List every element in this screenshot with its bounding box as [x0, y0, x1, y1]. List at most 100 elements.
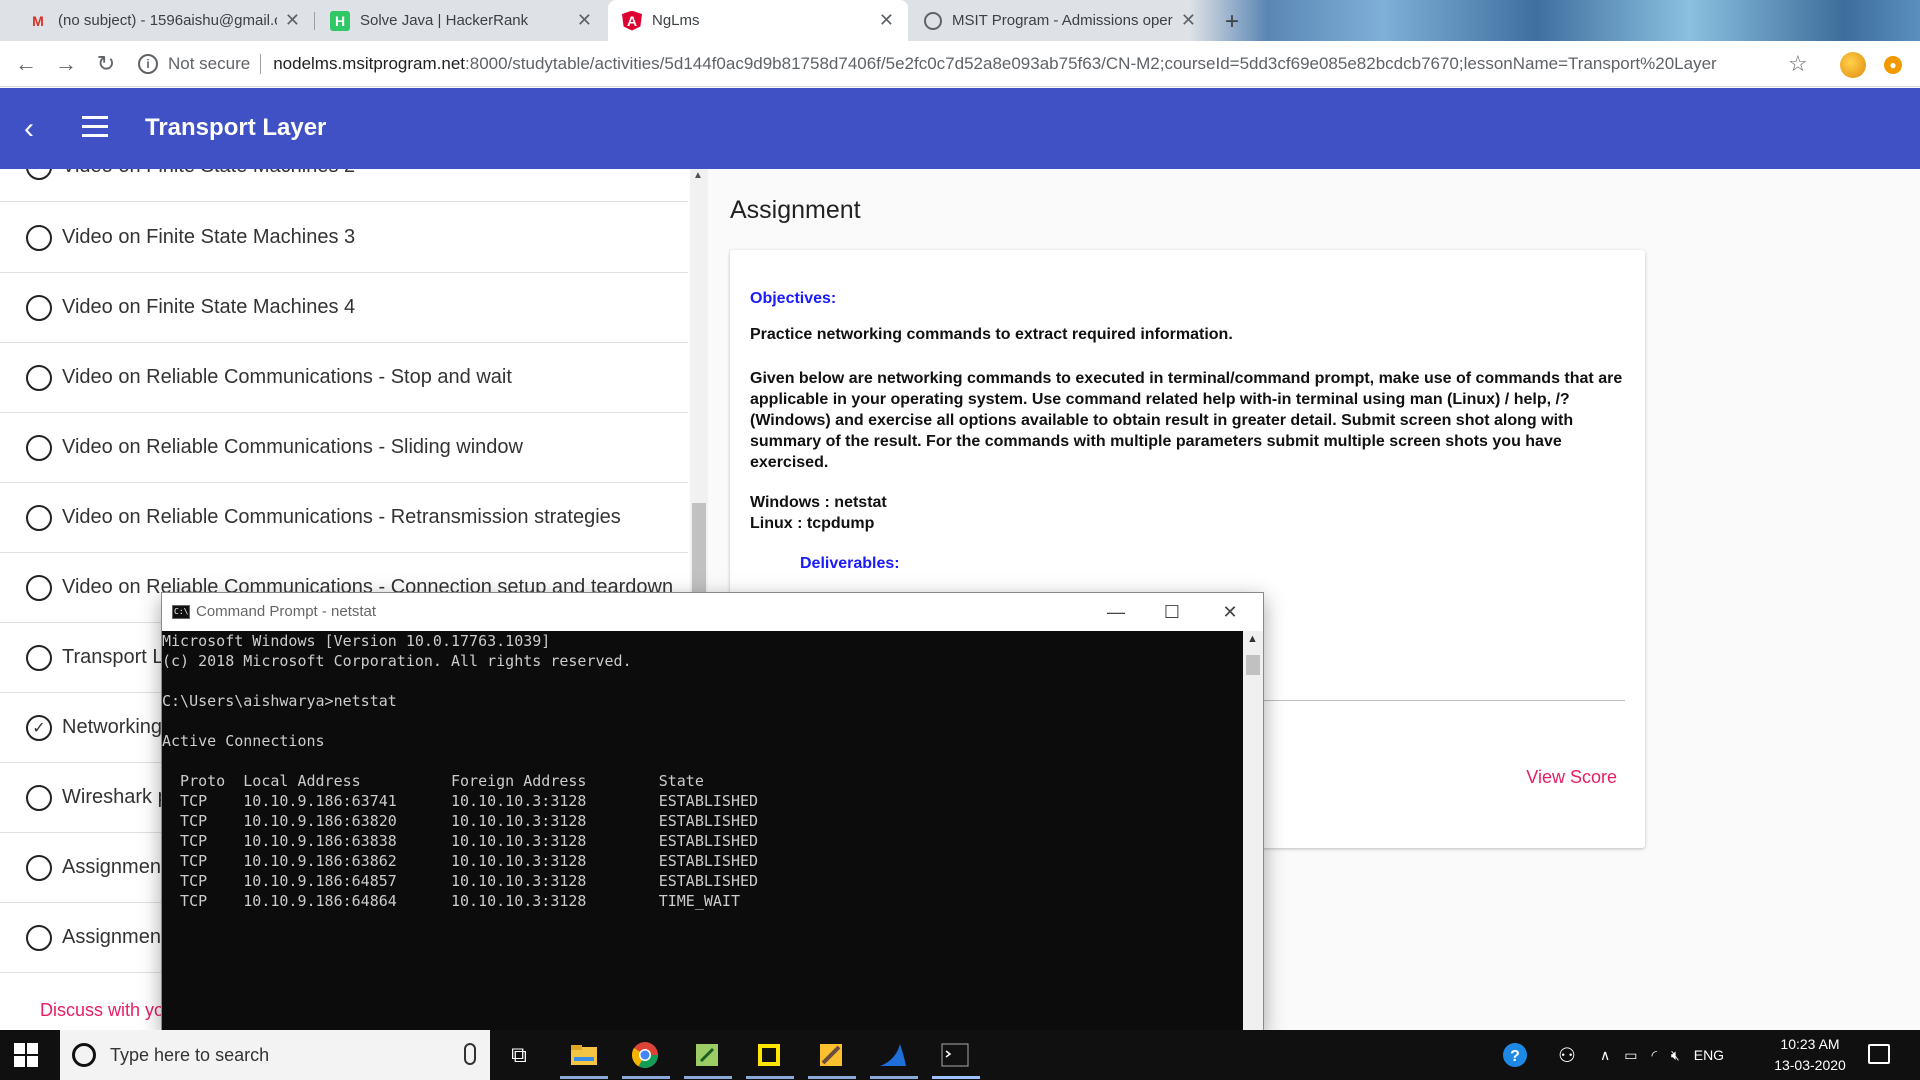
lesson-label: Video on Reliable Communications - Stop …: [62, 366, 512, 388]
notepad-plus-icon[interactable]: [690, 1038, 724, 1072]
paint-tool-icon[interactable]: [814, 1038, 848, 1072]
clock[interactable]: 10:23 AM 13-03-2020: [1760, 1034, 1860, 1076]
app-header: ‹ Transport Layer: [0, 88, 1920, 169]
address-bar[interactable]: i Not secure nodelms.msitprogram.net:800…: [138, 47, 1818, 81]
lesson-item[interactable]: Video on Reliable Communications - Slidi…: [0, 413, 688, 483]
notification-center-icon[interactable]: [1868, 1044, 1890, 1064]
taskbar-search-input[interactable]: Type here to search: [60, 1030, 490, 1080]
help-icon[interactable]: ?: [1498, 1038, 1532, 1072]
svg-text:?: ?: [1510, 1048, 1520, 1065]
window-titlebar[interactable]: C:\ Command Prompt - netstat — ☐ ✕: [162, 593, 1263, 631]
tab-gmail[interactable]: M (no subject) - 1596aishu@gmail.c ✕: [14, 0, 314, 41]
deliverables-label: Deliverables:: [800, 555, 900, 572]
objectives-label: Objectives:: [750, 290, 837, 307]
task-view-icon[interactable]: ⧉: [502, 1038, 536, 1072]
battery-icon[interactable]: ▭: [1624, 1047, 1637, 1064]
sticky-notes-icon[interactable]: [752, 1038, 786, 1072]
lesson-label: Video on Finite State Machines 3: [62, 226, 356, 248]
scroll-up-arrow-icon[interactable]: ▲: [693, 170, 703, 181]
objective-text: Practice networking commands to extract …: [750, 326, 1233, 343]
lesson-scrollbar-thumb[interactable]: [692, 503, 706, 603]
tab-hackerrank[interactable]: H Solve Java | HackerRank ✕: [316, 0, 606, 41]
windows-start-icon[interactable]: [14, 1043, 38, 1067]
chevron-up-icon[interactable]: ∧: [1600, 1047, 1610, 1064]
tab-label: (no subject) - 1596aishu@gmail.c: [58, 12, 277, 29]
close-icon[interactable]: ✕: [1181, 10, 1196, 31]
cortana-icon: [72, 1043, 96, 1067]
lesson-label: Assignmen: [62, 856, 161, 878]
terminal-line: TCP 10.10.9.186:64864 10.10.10.3:3128 TI…: [162, 892, 740, 910]
reload-icon[interactable]: ↻: [92, 50, 120, 78]
forward-arrow-icon[interactable]: →: [52, 50, 80, 78]
windows-command: Windows : netstat: [750, 494, 887, 511]
radio-unchecked-icon: [26, 574, 52, 601]
gmail-icon: M: [32, 12, 44, 29]
radio-unchecked-icon: [26, 644, 52, 671]
close-icon[interactable]: ✕: [1216, 599, 1244, 625]
terminal-line: TCP 10.10.9.186:63862 10.10.10.3:3128 ES…: [162, 852, 759, 870]
close-icon[interactable]: ✕: [577, 10, 592, 31]
close-icon[interactable]: ✕: [879, 10, 894, 31]
radio-unchecked-icon: [26, 364, 52, 391]
extension-icon[interactable]: ●: [1884, 56, 1902, 74]
command-prompt-window[interactable]: C:\ Command Prompt - netstat — ☐ ✕ Micro…: [161, 592, 1264, 1032]
view-score-button[interactable]: View Score: [1526, 767, 1617, 788]
new-tab-button[interactable]: +: [1218, 8, 1246, 36]
radio-unchecked-icon: [26, 504, 52, 531]
globe-icon: [924, 11, 942, 30]
radio-unchecked-icon: [26, 224, 52, 251]
back-arrow-icon[interactable]: ←: [12, 50, 40, 78]
linux-command: Linux : tcpdump: [750, 515, 875, 532]
lesson-label: Networking: [62, 716, 163, 738]
close-icon[interactable]: ✕: [285, 10, 300, 31]
lesson-label: Transport L: [62, 646, 164, 668]
terminal-output[interactable]: Microsoft Windows [Version 10.0.17763.10…: [162, 631, 1243, 1031]
lesson-label: Video on Reliable Communications - Retra…: [62, 506, 621, 528]
lesson-item[interactable]: Video on Finite State Machines 2: [0, 169, 688, 202]
scroll-up-arrow-icon[interactable]: ▲: [1247, 633, 1258, 645]
page-title: Transport Layer: [145, 114, 327, 141]
clock-date: 13-03-2020: [1774, 1057, 1846, 1073]
lesson-item[interactable]: Video on Finite State Machines 4: [0, 273, 688, 343]
discuss-link[interactable]: Discuss with yo: [40, 1000, 164, 1021]
terminal-scrollbar[interactable]: [1243, 631, 1263, 1031]
lesson-label: Video on Reliable Communications - Slidi…: [62, 436, 523, 458]
microphone-icon[interactable]: [464, 1043, 476, 1065]
language-indicator[interactable]: ENG: [1694, 1047, 1724, 1063]
terminal-scrollbar-thumb[interactable]: [1246, 655, 1260, 675]
volume-muted-icon[interactable]: 🔇︎: [1671, 1047, 1680, 1064]
radio-unchecked-icon: [26, 784, 52, 811]
terminal-line: (c) 2018 Microsoft Corporation. All righ…: [162, 652, 632, 670]
bookmark-star-icon[interactable]: ☆: [1788, 51, 1808, 77]
maximize-icon[interactable]: ☐: [1158, 599, 1186, 625]
lesson-label: Wireshark p: [62, 786, 169, 808]
lesson-item[interactable]: Video on Finite State Machines 3: [0, 203, 688, 273]
tab-msit[interactable]: MSIT Program - Admissions oper ✕: [910, 0, 1210, 41]
tab-label: Solve Java | HackerRank: [360, 12, 529, 29]
lesson-item[interactable]: Video on Reliable Communications - Stop …: [0, 343, 688, 413]
file-explorer-icon[interactable]: [567, 1038, 601, 1072]
lesson-item[interactable]: Video on Reliable Communications - Retra…: [0, 483, 688, 553]
chevron-left-icon[interactable]: ‹: [24, 112, 34, 146]
url-path: :8000/studytable/activities/5d144f0ac9d9…: [465, 54, 1717, 73]
radio-unchecked-icon: [26, 294, 52, 321]
chrome-icon[interactable]: [628, 1038, 662, 1072]
angular-icon: A: [622, 10, 642, 31]
terminal-line: Proto Local Address Foreign Address Stat…: [162, 772, 704, 790]
profile-avatar[interactable]: [1840, 52, 1866, 78]
wifi-icon[interactable]: ◜: [1651, 1047, 1656, 1064]
hamburger-menu-icon[interactable]: [82, 116, 108, 143]
clock-time: 10:23 AM: [1780, 1036, 1840, 1052]
tab-nglms[interactable]: A NgLms ✕: [608, 0, 908, 41]
command-prompt-taskbar-icon[interactable]: [938, 1038, 972, 1072]
minimize-icon[interactable]: —: [1102, 599, 1130, 625]
info-icon[interactable]: i: [138, 54, 158, 74]
people-icon[interactable]: ⚇: [1550, 1038, 1584, 1072]
browser-tab-strip: M (no subject) - 1596aishu@gmail.c ✕ H S…: [0, 0, 1920, 41]
url-host: nodelms.msitprogram.net: [273, 54, 466, 73]
hackerrank-icon: H: [330, 10, 350, 31]
wireshark-icon[interactable]: [876, 1038, 910, 1072]
terminal-line: TCP 10.10.9.186:63820 10.10.10.3:3128 ES…: [162, 812, 759, 830]
